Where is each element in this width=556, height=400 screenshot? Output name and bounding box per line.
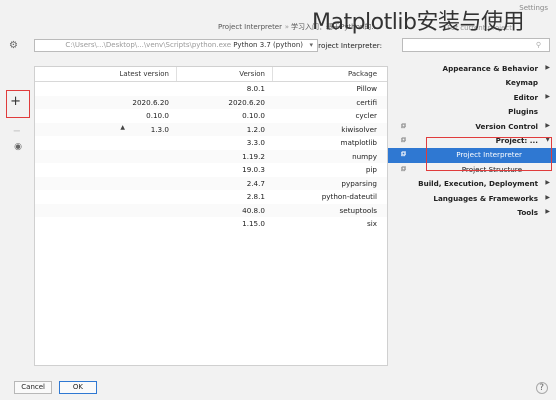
chevron-right-icon: ▶	[545, 64, 550, 71]
package-name-cell: numpy	[352, 151, 377, 161]
chevron-down-icon: ▾	[309, 41, 313, 49]
mirrored-window: Settings For current project 学习入门：基于Pyth…	[0, 0, 556, 400]
interpreter-label: Project Interpreter:	[313, 41, 382, 50]
sidebar-item-tools[interactable]: ▶ Tools	[388, 206, 556, 220]
project-config-icon: ⧉	[401, 150, 406, 159]
version-cell: 2020.6.20	[228, 97, 265, 107]
latest-version-cell: 1.3.0	[150, 124, 169, 134]
package-name-cell: Pillow	[356, 84, 377, 93]
latest-version-cell: 0.10.0	[146, 111, 169, 120]
interpreter-select[interactable]: ▾ Python 3.7 (python) C:\Users\...\Deskt…	[34, 39, 318, 52]
chevron-right-icon: ▶	[545, 92, 550, 100]
version-cell: 2.8.1	[246, 192, 265, 201]
version-cell: 2.4.7	[246, 178, 265, 188]
packages-table: Package Version Latest version Pillow 8.0…	[34, 66, 388, 366]
table-row[interactable]: setuptools 40.8.0	[35, 203, 387, 217]
table-row[interactable]: six 1.15.0	[35, 217, 387, 231]
sidebar-item-keymap[interactable]: Keymap	[388, 76, 556, 90]
column-header-package[interactable]: Package	[348, 70, 377, 78]
table-row[interactable]: pip 19.0.3	[35, 163, 387, 177]
package-name-cell: cycler	[355, 111, 377, 120]
ok-button[interactable]: OK	[59, 381, 97, 394]
remove-package-button[interactable]: −	[13, 126, 21, 137]
table-row[interactable]: pyparsing 2.4.7	[35, 176, 387, 190]
package-toolbar: + − ◉	[0, 66, 34, 366]
package-name-cell: certifi	[356, 97, 377, 107]
chevron-right-icon: ▶	[545, 179, 550, 187]
package-name-cell: six	[367, 219, 377, 228]
version-cell: 19.0.3	[242, 165, 265, 174]
column-header-version[interactable]: Version	[239, 70, 265, 78]
sidebar-item-editor[interactable]: ▶ Editor	[388, 91, 556, 105]
interpreter-path: C:\Users\...\Desktop\...\venv\Scripts\py…	[65, 41, 232, 49]
package-name-cell: setuptools	[339, 205, 377, 215]
sidebar-item-plugins[interactable]: Plugins	[388, 105, 556, 119]
version-cell: 3.3.0	[246, 138, 265, 147]
project-config-icon: ⧉	[401, 121, 406, 130]
table-row[interactable]: matplotlib 3.3.0	[35, 136, 387, 150]
cancel-button[interactable]: Cancel	[14, 381, 52, 394]
highlight-box-interpreter	[426, 137, 552, 171]
interpreter-name: Python 3.7 (python)	[233, 41, 304, 49]
settings-sidebar: ⚲ ▶ Appearance & Behavior Keymap ▶ Editor …	[388, 36, 556, 376]
settings-search-input[interactable]: ⚲	[402, 38, 550, 52]
sidebar-item-build[interactable]: ▶ Build, Execution, Deployment	[388, 177, 556, 191]
project-config-icon: ⧉	[401, 164, 406, 173]
sidebar-item-appearance[interactable]: ▶ Appearance & Behavior	[388, 62, 556, 76]
project-config-icon: ⧉	[401, 135, 406, 144]
chevron-right-icon: ▶	[545, 207, 550, 215]
version-cell: 40.8.0	[242, 205, 265, 215]
package-name-cell: pip	[365, 165, 377, 174]
interpreter-row: Project Interpreter: ▾ Python 3.7 (pytho…	[0, 38, 388, 54]
article-overlay-title: Matplotlib安装与使用	[312, 10, 524, 35]
gear-icon[interactable]: ⚙	[9, 40, 18, 51]
table-row[interactable]: kiwisolver 1.2.0 1.3.0 ▲	[35, 122, 387, 136]
breadcrumb-interpreter: Project Interpreter	[218, 23, 283, 31]
search-icon: ⚲	[535, 41, 541, 49]
package-name-cell: kiwisolver	[341, 124, 377, 134]
highlight-box-add	[6, 90, 30, 118]
sidebar-item-version-control[interactable]: ▶ Version Control ⧉	[388, 120, 556, 134]
table-row[interactable]: Pillow 8.0.1	[35, 82, 387, 96]
version-cell: 8.0.1	[246, 84, 265, 93]
upgrade-arrow-icon: ▲	[120, 123, 125, 131]
version-cell: 1.15.0	[242, 219, 265, 228]
sidebar-item-languages[interactable]: ▶ Languages & Frameworks	[388, 192, 556, 206]
table-header: Package Version Latest version	[35, 67, 387, 82]
interpreter-panel: Project Interpreter: ▾ Python 3.7 (pytho…	[0, 36, 388, 376]
table-row[interactable]: cycler 0.10.0 0.10.0	[35, 109, 387, 123]
dialog-footer: ? OK Cancel	[0, 376, 556, 400]
eye-icon[interactable]: ◉	[14, 142, 22, 152]
help-icon[interactable]: ?	[536, 382, 548, 394]
package-name-cell: matplotlib	[340, 138, 377, 147]
version-cell: 0.10.0	[242, 111, 265, 120]
table-row[interactable]: python-dateutil 2.8.1	[35, 190, 387, 204]
chevron-right-icon: ▶	[545, 121, 550, 129]
package-name-cell: pyparsing	[341, 178, 377, 188]
column-header-latest[interactable]: Latest version	[120, 70, 170, 78]
version-cell: 1.19.2	[242, 151, 265, 161]
version-cell: 1.2.0	[246, 124, 265, 134]
table-row[interactable]: certifi 2020.6.20 2020.6.20	[35, 95, 387, 109]
chevron-right-icon: ▶	[545, 193, 550, 201]
latest-version-cell: 2020.6.20	[132, 97, 169, 107]
table-row[interactable]: numpy 1.19.2	[35, 149, 387, 163]
package-name-cell: python-dateutil	[321, 192, 377, 201]
